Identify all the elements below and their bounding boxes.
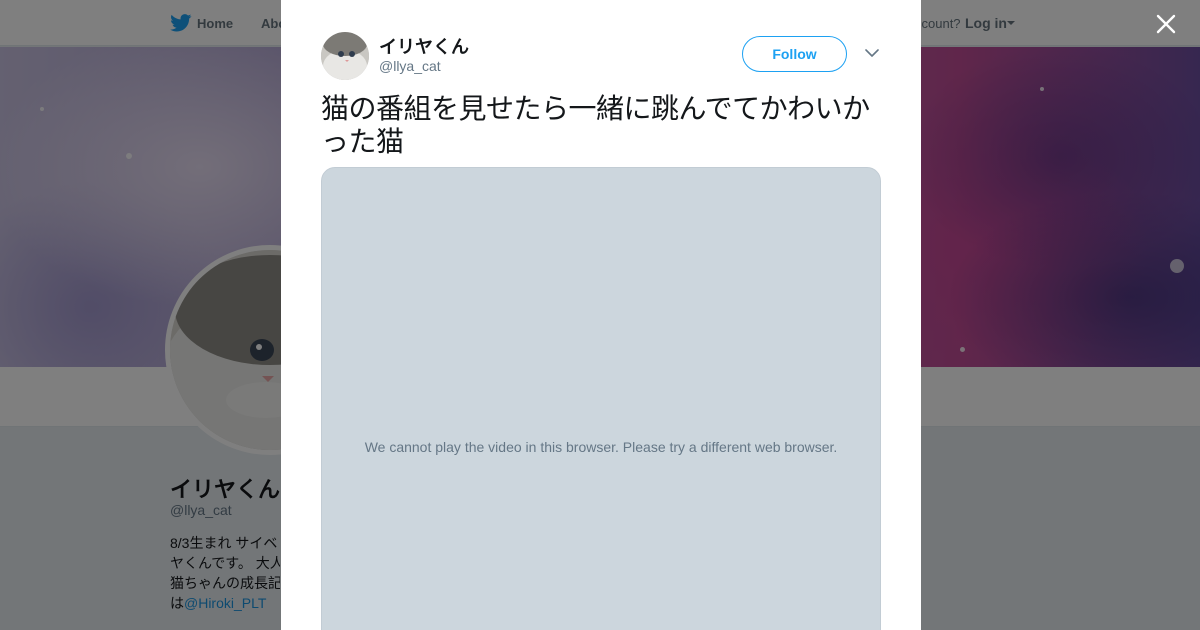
video-player[interactable]: We cannot play the video in this browser…	[321, 167, 881, 630]
tweet-modal: イリヤくん @llya_cat Follow 猫の番組を見せたら一緒に跳んでてか…	[281, 0, 921, 630]
tweet-author-handle[interactable]: @llya_cat	[379, 58, 441, 74]
chevron-down-icon[interactable]	[865, 48, 879, 58]
video-unsupported-message: We cannot play the video in this browser…	[364, 439, 838, 455]
tweet-author-name[interactable]: イリヤくん	[379, 33, 469, 59]
follow-button[interactable]: Follow	[742, 36, 847, 72]
tweet-author-avatar[interactable]	[321, 32, 369, 80]
close-icon[interactable]	[1154, 12, 1178, 36]
tweet-text: 猫の番組を見せたら一緒に跳んでてかわいかった猫	[321, 92, 870, 158]
